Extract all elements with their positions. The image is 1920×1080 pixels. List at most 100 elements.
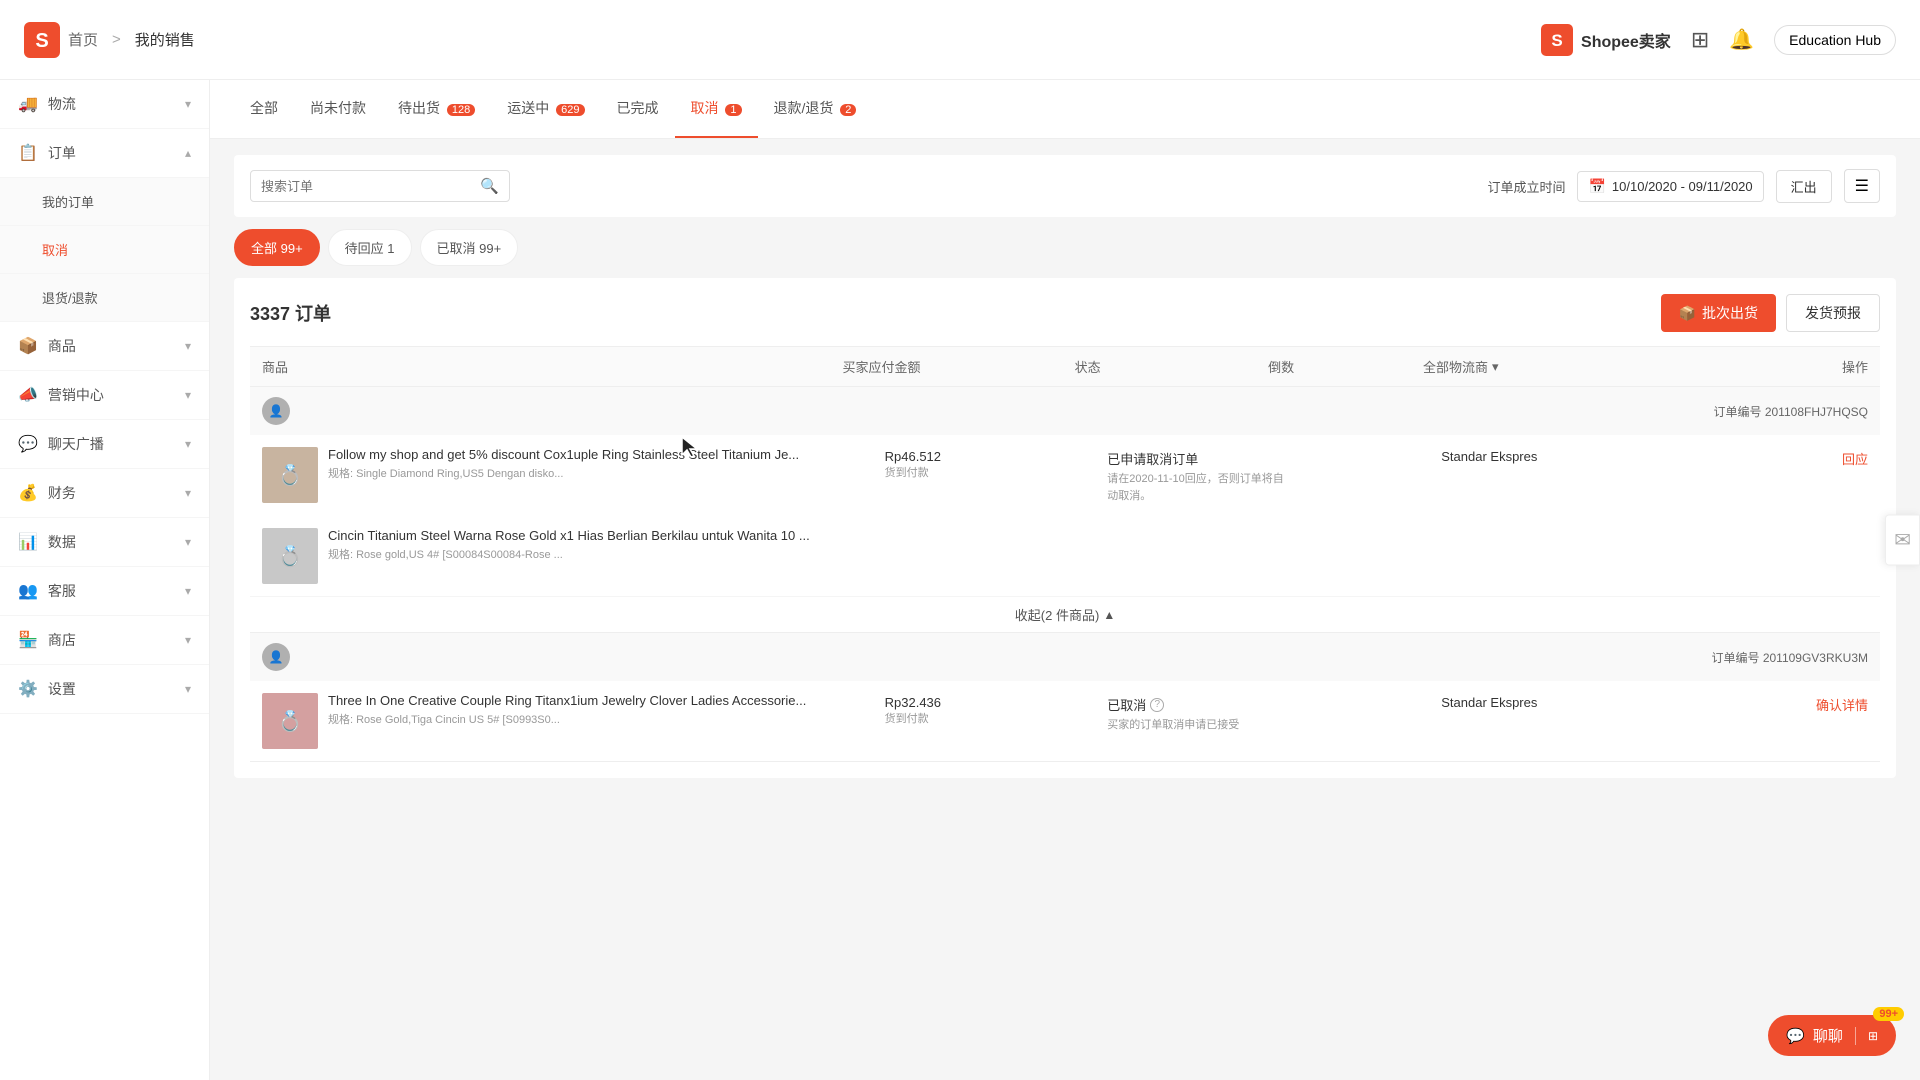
nav-right: S Shopee卖家 ⊞ 🔔 Education Hub (1541, 24, 1896, 56)
sidebar-finance-label: 财务 (48, 483, 185, 503)
main-layout: 🚚 物流 ▾ 📋 订单 ▴ 我的订单 取消 退货/退款 📦 商品 ▾ (0, 80, 1920, 1059)
nav-home-link[interactable]: 首页 (68, 29, 98, 50)
reply-link-1[interactable]: 回应 (1842, 452, 1868, 467)
sidebar-shop-label: 商店 (48, 630, 185, 650)
sidebar-item-chat[interactable]: 💬 聊天广播 ▾ (0, 420, 209, 469)
sidebar-item-marketing[interactable]: 📣 营销中心 ▾ (0, 371, 209, 420)
sidebar-item-products[interactable]: 📦 商品 ▾ (0, 322, 209, 371)
chevron-down-icon: ▾ (185, 633, 191, 647)
search-box[interactable]: 🔍 (250, 170, 510, 202)
product-info-3: Three In One Creative Couple Ring Titanx… (328, 693, 885, 727)
order-group-2: 👤 订单编号 201109GV3RKU3M 💍 Three In One Cre… (250, 633, 1880, 762)
shopee-seller-logo-icon: S (1541, 24, 1573, 56)
sidebar-data-label: 数据 (48, 532, 185, 552)
sidebar-item-settings[interactable]: ⚙️ 设置 ▾ (0, 665, 209, 714)
tab-completed[interactable]: 已完成 (601, 80, 675, 138)
grid-apps-icon[interactable]: ⊞ (1691, 27, 1709, 53)
mail-widget[interactable]: ✉ (1885, 515, 1920, 566)
sidebar-settings-label: 设置 (48, 679, 185, 699)
sidebar-item-orders[interactable]: 📋 订单 ▴ (0, 129, 209, 178)
chat-button[interactable]: 99+ 💬 聊聊 ⊞ (1768, 1015, 1896, 1056)
sidebar-item-finance[interactable]: 💰 财务 ▾ (0, 469, 209, 518)
confirm-link-3[interactable]: 确认详情 (1816, 698, 1868, 713)
education-hub-button[interactable]: Education Hub (1774, 25, 1896, 55)
shopee-logo-icon[interactable]: S (24, 22, 60, 58)
tab-shipping[interactable]: 运送中 629 (491, 80, 600, 138)
sidebar-marketing-label: 营销中心 (48, 385, 185, 405)
shopee-seller-brand: S Shopee卖家 (1541, 24, 1671, 56)
search-icon[interactable]: 🔍 (480, 177, 499, 195)
date-range-value: 10/10/2020 - 09/11/2020 (1612, 179, 1753, 194)
mail-icon: ✉ (1894, 528, 1911, 553)
logistics-dropdown-icon[interactable]: ▾ (1492, 359, 1499, 375)
chevron-down-icon: ▾ (185, 339, 191, 353)
chat-btn-badge: 99+ (1873, 1007, 1904, 1021)
batch-ship-button[interactable]: 📦 批次出货 (1661, 294, 1776, 332)
sub-tab-cancelled[interactable]: 已取消 99+ (420, 229, 519, 266)
sidebar-item-my-orders[interactable]: 我的订单 (0, 178, 209, 226)
order-group-1: 👤 订单编号 201108FHJ7HQSQ 💍 Follow my shop a… (250, 387, 1880, 633)
sub-tab-pending-reply[interactable]: 待回应 1 (328, 229, 412, 266)
sidebar-logistics-label: 物流 (48, 94, 185, 114)
avatar-1: 👤 (262, 397, 290, 425)
chat-label: 聊聊 (1813, 1025, 1843, 1046)
tab-returns-badge: 2 (840, 104, 856, 116)
tab-all[interactable]: 全部 (234, 80, 294, 138)
export-button[interactable]: 汇出 (1776, 170, 1832, 203)
tabs-bar: 全部 尚未付款 待出货 128 运送中 629 已完成 取消 1 退款/退货 2 (210, 80, 1920, 139)
products-icon: 📦 (18, 336, 38, 356)
countdown-col-2 (1293, 528, 1441, 530)
shop-icon: 🏪 (18, 630, 38, 650)
chat-divider (1855, 1027, 1856, 1045)
action-col-3: 确认详情 (1720, 693, 1868, 714)
product-name-1: Follow my shop and get 5% discount Cox1u… (328, 447, 885, 462)
amount-sub-1: 货到付款 (885, 464, 1108, 480)
countdown-col-1 (1293, 447, 1441, 449)
tab-cancelled[interactable]: 取消 1 (675, 80, 758, 138)
product-spec-2: 规格: Rose gold,US 4# [S00084S00084-Rose .… (328, 546, 885, 562)
sidebar-item-cancel[interactable]: 取消 (0, 226, 209, 274)
chat-icon: 💬 (18, 434, 38, 454)
tab-pending-badge: 128 (447, 104, 475, 116)
product-row-3: 💍 Three In One Creative Couple Ring Tita… (250, 681, 1880, 761)
header-action: 操作 (1713, 357, 1868, 376)
sidebar-orders-label: 订单 (48, 143, 185, 163)
sidebar-item-customer[interactable]: 👥 客服 ▾ (0, 567, 209, 616)
customer-icon: 👥 (18, 581, 38, 601)
sidebar-item-data[interactable]: 📊 数据 ▾ (0, 518, 209, 567)
sidebar-item-shop[interactable]: 🏪 商店 ▾ (0, 616, 209, 665)
filter-icon-button[interactable]: ☰ (1844, 169, 1880, 203)
ship-icon: 📦 (1679, 305, 1696, 322)
batch-ship-label: 批次出货 (1702, 303, 1758, 323)
logistics-col-1: Standar Ekspres (1441, 447, 1719, 464)
finance-icon: 💰 (18, 483, 38, 503)
ship-forecast-button[interactable]: 发货预报 (1786, 294, 1880, 332)
status-col-2 (1107, 528, 1293, 530)
search-input[interactable] (261, 179, 480, 194)
order-group-header-1: 👤 订单编号 201108FHJ7HQSQ (250, 387, 1880, 435)
product-spec-3: 规格: Rose Gold,Tiga Cincin US 5# [S0993S0… (328, 711, 885, 727)
sidebar: 🚚 物流 ▾ 📋 订单 ▴ 我的订单 取消 退货/退款 📦 商品 ▾ (0, 80, 210, 1080)
collapse-row-1[interactable]: 收起(2 件商品) ▲ (250, 596, 1880, 632)
chevron-up-icon: ▴ (185, 146, 191, 160)
tab-unpaid[interactable]: 尚未付款 (294, 80, 382, 138)
status-text-3: 已取消 ? (1107, 695, 1293, 714)
top-navigation: S 首页 > 我的销售 S Shopee卖家 ⊞ 🔔 Education Hub (0, 0, 1920, 80)
notification-bell-icon[interactable]: 🔔 (1729, 27, 1754, 52)
tab-pending[interactable]: 待出货 128 (382, 80, 491, 138)
sidebar-item-refund[interactable]: 退货/退款 (0, 274, 209, 322)
logistics-col-3: Standar Ekspres (1441, 693, 1719, 710)
sub-tab-all[interactable]: 全部 99+ (234, 229, 320, 266)
date-range-picker[interactable]: 📅 10/10/2020 - 09/11/2020 (1577, 171, 1763, 202)
product-thumb-3: 💍 (262, 693, 318, 749)
tab-returns[interactable]: 退款/退货 2 (758, 80, 873, 138)
filter-lines-icon: ☰ (1855, 178, 1869, 195)
table-header: 商品 买家应付金额 状态 倒数 全部物流商 ▾ 操作 (250, 346, 1880, 387)
my-orders-label: 我的订单 (42, 192, 94, 211)
chevron-down-icon: ▾ (185, 682, 191, 696)
sidebar-products-label: 商品 (48, 336, 185, 356)
logistics-col-2 (1441, 528, 1719, 530)
calendar-icon: 📅 (1588, 178, 1605, 195)
sidebar-item-logistics[interactable]: 🚚 物流 ▾ (0, 80, 209, 129)
product-row-2: 💍 Cincin Titanium Steel Warna Rose Gold … (250, 516, 1880, 596)
